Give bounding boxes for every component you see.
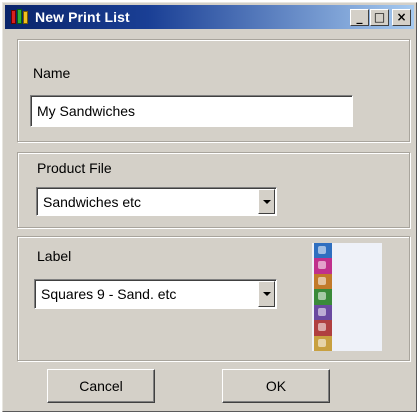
name-field-value: My Sandwiches <box>37 103 136 119</box>
chevron-down-icon <box>262 199 271 204</box>
label-preview-segment <box>314 335 332 351</box>
window-title: New Print List <box>35 9 130 25</box>
product-file-value: Sandwiches etc <box>43 193 142 210</box>
window-controls: _ □ × <box>349 8 411 26</box>
label-preview-segment <box>314 258 332 274</box>
label-preview-strip <box>314 243 332 351</box>
product-file-dropdown-button[interactable] <box>258 189 275 214</box>
cancel-button[interactable]: Cancel <box>47 369 155 403</box>
label-preview-segment <box>314 304 332 321</box>
label-dropdown-button[interactable] <box>258 281 275 307</box>
label-preview-segment <box>314 320 332 336</box>
product-file-select[interactable]: Sandwiches etc <box>36 187 277 216</box>
label-value: Squares 9 - Sand. etc <box>41 286 177 302</box>
chevron-down-icon <box>262 292 271 296</box>
maximize-button[interactable]: □ <box>370 8 389 26</box>
label-preview-icon <box>312 243 382 351</box>
minimize-button[interactable]: _ <box>350 8 369 26</box>
new-print-list-window: New Print List _ □ × Name My Sandwiches … <box>2 2 417 412</box>
close-button[interactable]: × <box>392 8 411 26</box>
label-select[interactable]: Squares 9 - Sand. etc <box>34 279 277 309</box>
label-preview-segment <box>314 289 332 305</box>
name-label: Name <box>33 65 71 81</box>
ok-button[interactable]: OK <box>222 369 330 403</box>
title-bar[interactable]: New Print List _ □ × <box>5 5 414 29</box>
books-app-icon <box>11 9 29 25</box>
label-label: Label <box>37 248 72 264</box>
label-preview-segment <box>314 243 332 259</box>
label-preview-segment <box>314 273 332 290</box>
product-file-label: Product File <box>37 160 112 176</box>
name-field[interactable]: My Sandwiches <box>30 95 353 127</box>
